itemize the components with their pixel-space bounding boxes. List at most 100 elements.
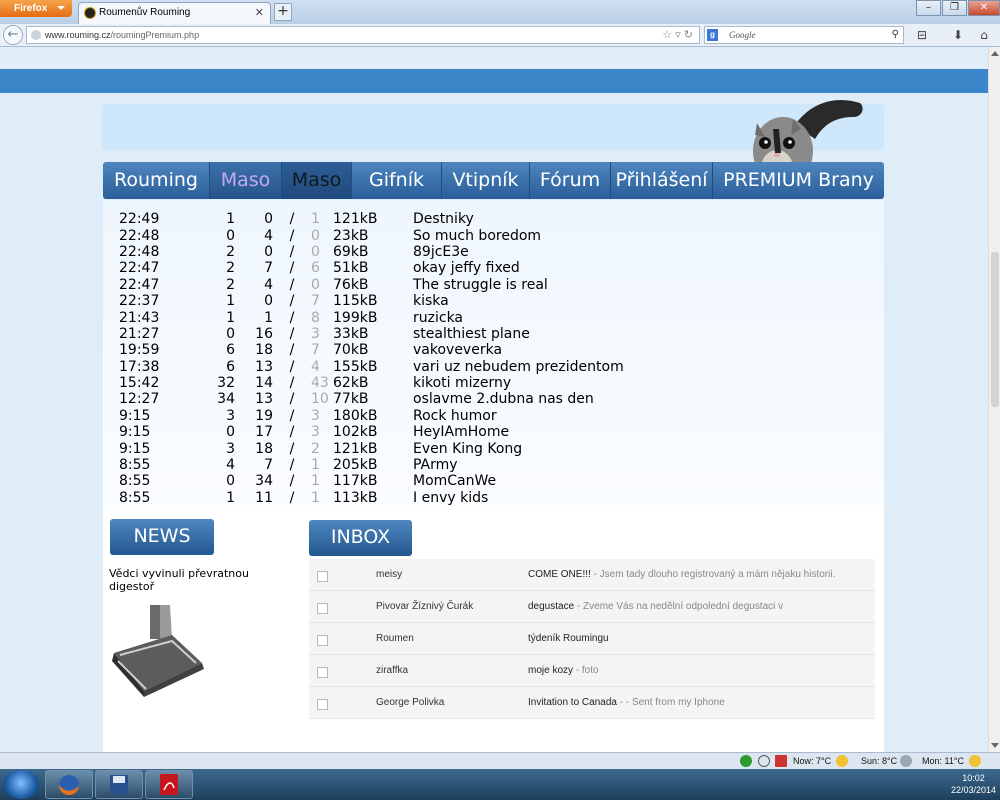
row-title-link[interactable]: ruzicka — [413, 309, 624, 326]
clock-date[interactable]: 22/03/2014 — [951, 784, 996, 796]
home-icon[interactable]: ⌂ — [976, 27, 992, 43]
row-count-a: 2 — [226, 243, 235, 260]
message-checkbox[interactable] — [317, 699, 328, 710]
message-checkbox[interactable] — [317, 635, 328, 646]
back-arrow-icon[interactable]: ← — [3, 25, 23, 45]
table-row[interactable]: 21:43 1 1 / 8 199kB ruzicka — [103, 309, 624, 326]
table-row[interactable]: 17:38 6 13 / 4 155kB vari uz nebudem prezident… — [103, 359, 624, 375]
row-title-link[interactable]: Even King Kong — [413, 440, 624, 457]
clock-icon[interactable] — [758, 755, 770, 767]
table-row[interactable]: 22:37 1 0 / 7 115kB kiska — [103, 293, 624, 309]
table-row[interactable]: 19:59 6 18 / 7 70kB vakoveverka — [103, 342, 624, 358]
row-separator: / — [289, 424, 295, 441]
inbox-row[interactable]: ziraffka moje kozy - foto — [309, 655, 875, 687]
row-title-link[interactable]: stealthiest plane — [413, 326, 624, 342]
calendar-icon[interactable] — [775, 755, 787, 767]
row-title-link[interactable]: Rock humor — [413, 408, 624, 424]
table-row[interactable]: 8:55 0 34 / 1 117kB MomCanWe — [103, 473, 624, 489]
menu-item-premium-brany[interactable]: PREMIUM Brany — [713, 162, 884, 199]
menu-item-vtipnik[interactable]: Vtipník — [442, 162, 530, 199]
table-row[interactable]: 22:47 2 4 / 0 76kB The struggle is real — [103, 277, 624, 293]
menu-item-rouming[interactable]: Rouming — [103, 162, 210, 199]
menu-item-maso-dark[interactable]: Maso — [282, 162, 352, 199]
bookmarks-menu-icon[interactable]: ⊟ — [914, 27, 930, 43]
menu-item-prihlaseni[interactable]: Přihlášení — [611, 162, 713, 199]
row-title-link[interactable]: kiska — [413, 293, 624, 309]
row-title-link[interactable]: 89jcE3e — [413, 244, 624, 260]
message-subject[interactable]: moje kozy - foto — [528, 665, 599, 676]
close-tab-icon[interactable]: ✕ — [255, 6, 264, 19]
table-row[interactable]: 8:55 4 7 / 1 205kB PArmy — [103, 457, 624, 473]
table-row[interactable]: 22:48 0 4 / 0 23kB So much boredom — [103, 227, 624, 244]
restore-button[interactable]: ❐ — [942, 0, 967, 16]
row-title-link[interactable]: So much boredom — [413, 227, 624, 244]
message-subject[interactable]: COME ONE!!! - Jsem tady dlouho registrov… — [528, 569, 835, 580]
inbox-row[interactable]: George Polivka Invitation to Canada - - S… — [309, 687, 875, 719]
inbox-row[interactable]: Roumen týdeník Roumingu — [309, 623, 875, 655]
table-row[interactable]: 22:47 2 7 / 6 51kB okay jeffy fixed — [103, 260, 624, 276]
clock-time[interactable]: 10:02 — [951, 772, 996, 784]
row-title-link[interactable]: HeyIAmHome — [413, 424, 624, 440]
url-bar[interactable]: www.rouming.cz/roumingPremium.php ☆ ▿ ↻ — [26, 26, 700, 44]
news-headline-link[interactable]: Vědci vyvinuli převratnou digestoř — [109, 567, 269, 593]
search-icon[interactable]: ⚲ — [892, 27, 899, 43]
table-row[interactable]: 9:15 0 17 / 3 102kB HeyIAmHome — [103, 424, 624, 440]
row-title-link[interactable]: vari uz nebudem prezidentom — [413, 359, 624, 375]
table-row[interactable]: 22:49 1 0 / 1 121kB Destniky — [103, 211, 624, 227]
taskbar-pdf-button[interactable] — [145, 770, 193, 799]
inbox-button[interactable]: INBOX — [309, 520, 412, 556]
taskbar-firefox-button[interactable] — [45, 770, 93, 799]
bookmark-star-icon[interactable]: ☆ ▿ ↻ — [662, 27, 693, 43]
close-window-button[interactable]: ✕ — [968, 0, 1000, 16]
vertical-scrollbar[interactable] — [988, 47, 1000, 752]
table-row[interactable]: 12:27 34 13 / 10 77kB oslavme 2.dubna nas den — [103, 391, 624, 407]
row-title-link[interactable]: okay jeffy fixed — [413, 260, 624, 276]
windows-start-button[interactable] — [3, 770, 39, 799]
minimize-button[interactable]: – — [916, 0, 941, 16]
row-title-link[interactable]: Destniky — [413, 211, 624, 227]
scroll-down-icon[interactable] — [991, 743, 999, 748]
message-checkbox[interactable] — [317, 603, 328, 614]
row-title-link[interactable]: oslavme 2.dubna nas den — [413, 391, 624, 407]
row-size: 113kB — [333, 489, 378, 506]
table-row[interactable]: 22:48 2 0 / 0 69kB 89jcE3e — [103, 244, 624, 260]
row-count-b: 1 — [264, 309, 273, 326]
row-title-link[interactable]: I envy kids — [413, 490, 624, 506]
table-row[interactable]: 15:42 32 14 / 43 62kB kikoti mizerny — [103, 375, 624, 391]
menu-item-maso[interactable]: Maso — [210, 162, 282, 199]
message-subject-text: degustace — [528, 601, 575, 612]
table-row[interactable]: 21:27 0 16 / 3 33kB stealthiest plane — [103, 326, 624, 342]
scroll-up-icon[interactable] — [991, 51, 999, 56]
news-button[interactable]: NEWS — [110, 519, 214, 555]
table-row[interactable]: 9:15 3 19 / 3 180kB Rock humor — [103, 408, 624, 424]
message-subject[interactable]: degustace - Zveme Vás na nedělní odpoled… — [528, 601, 783, 612]
status-green-icon[interactable] — [740, 755, 752, 767]
download-icon[interactable]: ⬇ — [950, 27, 966, 43]
message-checkbox[interactable] — [317, 571, 328, 582]
message-checkbox[interactable] — [317, 667, 328, 678]
row-title-link[interactable]: vakoveverka — [413, 342, 624, 358]
row-count-c: 10 — [311, 391, 329, 408]
table-row[interactable]: 8:55 1 11/1 113kB I envy kids — [103, 490, 624, 506]
row-title-link[interactable]: kikoti mizerny — [413, 375, 624, 391]
row-title-link[interactable]: MomCanWe — [413, 473, 624, 489]
browser-tab[interactable]: Roumenův Rouming ✕ — [78, 2, 271, 24]
inbox-row[interactable]: Pivovar Žíznivý Čurák degustace - Zveme V… — [309, 591, 875, 623]
pdf-reader-icon — [160, 774, 178, 795]
message-subject[interactable]: týdeník Roumingu — [528, 633, 609, 644]
firefox-menu-button[interactable]: Firefox — [0, 0, 72, 17]
search-input[interactable]: g Google ⚲ — [704, 26, 904, 44]
menu-item-gifnik[interactable]: Gifník — [352, 162, 442, 199]
new-tab-button[interactable]: + — [274, 3, 292, 21]
row-size: 77kB — [333, 391, 369, 408]
row-time: 12:27 — [119, 391, 160, 408]
inbox-row[interactable]: meisy COME ONE!!! - Jsem tady dlouho regi… — [309, 559, 875, 591]
table-row[interactable]: 9:15 3 18 / 2 121kB Even King Kong — [103, 440, 624, 457]
scrollbar-thumb[interactable] — [991, 252, 999, 407]
row-title-link[interactable]: The struggle is real — [413, 277, 624, 293]
row-title-link[interactable]: PArmy — [413, 457, 624, 473]
cooker-hood-image[interactable] — [110, 605, 206, 697]
menu-item-forum[interactable]: Fórum — [530, 162, 611, 199]
message-subject[interactable]: Invitation to Canada - - Sent from my Ip… — [528, 697, 725, 708]
taskbar-save-button[interactable] — [95, 770, 143, 799]
